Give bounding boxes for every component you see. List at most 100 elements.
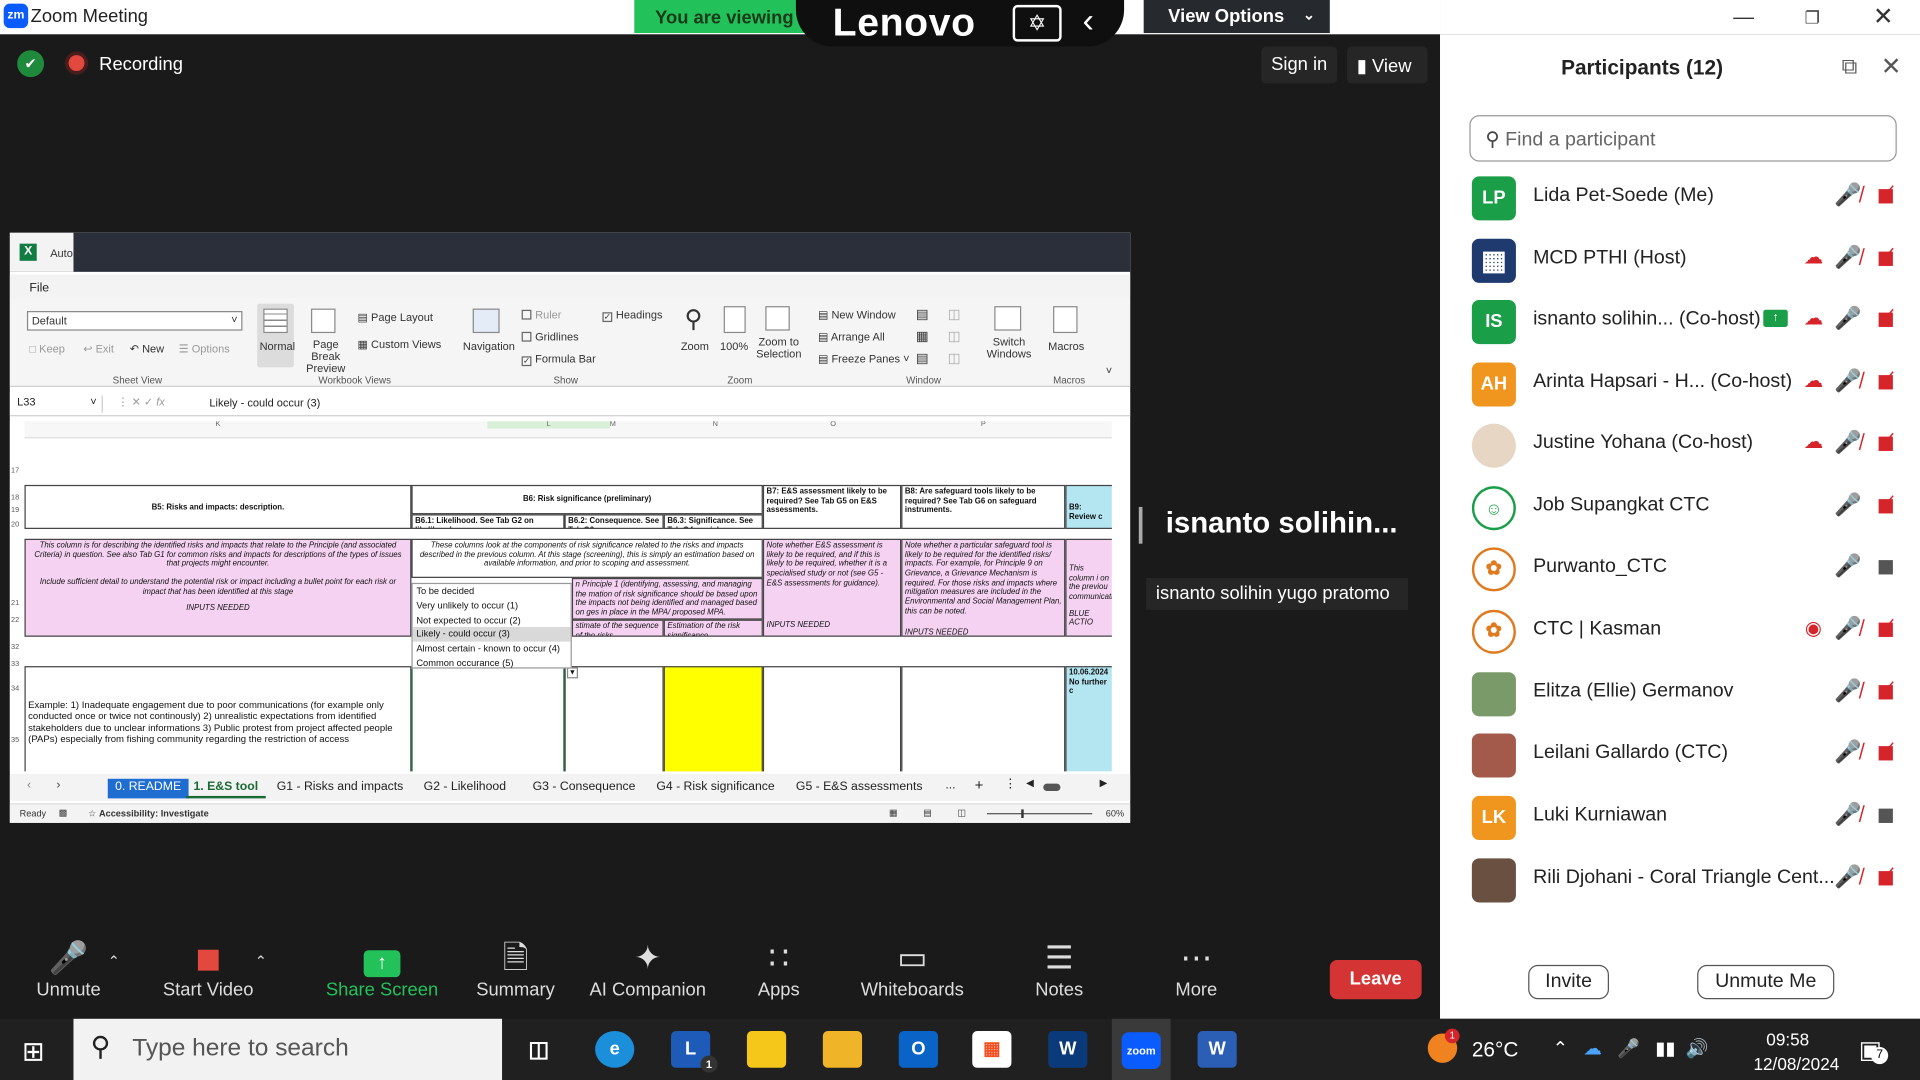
share-screen-button[interactable]: ↑ Share Screen: [326, 936, 439, 1000]
header-b8[interactable]: B8: Are safeguard tools likely to be req…: [901, 484, 1066, 529]
page-layout-button[interactable]: ▤ Page Layout: [358, 311, 433, 324]
whiteboards-button[interactable]: ▭ Whiteboards: [855, 936, 970, 1000]
video-off-icon[interactable]: ◼̸: [1871, 678, 1900, 704]
options-button[interactable]: ☰ Options: [179, 343, 230, 356]
ruler-checkbox[interactable]: Ruler: [521, 309, 561, 321]
desc-m2[interactable]: stimate of the sequence of the risks: [571, 619, 664, 637]
video-off-icon[interactable]: ◼̸: [1871, 182, 1900, 208]
sheet-tab[interactable]: G4 - Risk significance: [649, 779, 782, 799]
mic-muted-icon[interactable]: 🎤̸: [1834, 245, 1861, 271]
more-tabs-icon[interactable]: ...: [945, 779, 955, 792]
header-b62[interactable]: B6.2: Consequence. See Tab G3 on consequ…: [564, 514, 664, 529]
participant-row[interactable]: ✿ CTC | Kasman ◉ 🎤̸ ◼̸: [1440, 601, 1920, 662]
video-on-icon[interactable]: ◼: [1871, 802, 1900, 828]
custom-views-button[interactable]: ▦ Custom Views: [358, 338, 442, 351]
macro-record-icon[interactable]: ▩: [59, 807, 68, 818]
row-header[interactable]: 34: [11, 686, 19, 693]
security-shield-icon[interactable]: ✔: [17, 50, 45, 78]
video-off-icon[interactable]: ◼̸: [1871, 616, 1900, 642]
temperature[interactable]: 26°C: [1472, 1038, 1519, 1062]
header-b9[interactable]: B9: Review c: [1065, 484, 1112, 529]
cell-q33[interactable]: 10.06.2024 No further c: [1065, 666, 1112, 772]
file-explorer-icon[interactable]: [822, 1031, 863, 1068]
task-view-icon[interactable]: ◫: [519, 1031, 558, 1068]
side-by-side-icon[interactable]: ◫: [948, 306, 961, 322]
gridlines-checkbox[interactable]: Gridlines: [521, 331, 579, 343]
ribbon-collapse-icon[interactable]: ˅: [1106, 365, 1112, 377]
header-b7[interactable]: B7: E&S assessment likely to be required…: [762, 484, 902, 529]
row-header[interactable]: 18: [11, 495, 19, 502]
participant-row[interactable]: Rili Djohani - Coral Triangle Cent... 🎤̸…: [1440, 850, 1920, 911]
mic-muted-icon[interactable]: 🎤̸: [1834, 616, 1861, 642]
participant-row[interactable]: AH Arinta Hapsari - H... (Co-host) ☁ 🎤̸ …: [1440, 354, 1920, 415]
split-icon[interactable]: ▤: [916, 306, 929, 322]
dropdown-option[interactable]: Almost certain - known to occur (4): [413, 642, 571, 656]
desc-q[interactable]: This column i on the previou communicati…: [1065, 538, 1112, 637]
notifications-icon[interactable]: ▣ 7: [1859, 1035, 1889, 1066]
taskbar-search-input[interactable]: ⚲ Type here to search: [73, 1018, 503, 1080]
microphone-icon[interactable]: 🎤: [1617, 1038, 1640, 1059]
cell-p33[interactable]: [901, 666, 1066, 772]
add-sheet-icon[interactable]: +: [975, 776, 984, 793]
page-layout-icon[interactable]: ▤: [923, 807, 932, 818]
row-header[interactable]: 22: [11, 617, 19, 624]
horizontal-scrollbar[interactable]: ◀ ▶: [1026, 778, 1109, 793]
mic-muted-icon[interactable]: 🎤̸: [1834, 740, 1861, 766]
edge-icon[interactable]: e: [595, 1031, 635, 1068]
windows-start-icon[interactable]: ⊞: [22, 1036, 45, 1068]
file-menu[interactable]: File: [29, 282, 49, 295]
cell-o33[interactable]: [762, 666, 902, 772]
new-window-button[interactable]: ▤ New Window: [818, 309, 896, 322]
lync-icon[interactable]: L 1: [671, 1031, 718, 1073]
tray-chevron-up-icon[interactable]: ⌃: [1553, 1038, 1568, 1059]
video-on-icon[interactable]: ◼: [1871, 553, 1900, 579]
zoom-to-selection-button[interactable]: Zoom to Selection: [754, 304, 803, 368]
invite-button[interactable]: Invite: [1528, 964, 1609, 1000]
hide-icon[interactable]: ▦: [916, 328, 929, 344]
spreadsheet-grid[interactable]: K L M N O P 17 18 19 20 21 22 32 33 34 3…: [9, 421, 1112, 772]
example-cell[interactable]: Example: 1) Inadequate engagement due to…: [24, 666, 412, 772]
cell-m33[interactable]: [564, 666, 664, 772]
mic-muted-icon[interactable]: 🎤̸: [1834, 369, 1861, 395]
word-icon[interactable]: W: [1197, 1031, 1237, 1068]
column-header[interactable]: L: [487, 421, 610, 429]
freeze-panes-button[interactable]: ▤ Freeze Panes ˅: [818, 353, 910, 366]
arrange-all-button[interactable]: ▤ Arrange All: [818, 331, 885, 344]
exit-button[interactable]: ↩ Exit: [83, 343, 114, 356]
video-off-icon[interactable]: ◼̸: [1871, 740, 1900, 766]
unmute-button[interactable]: 🎤 Unmute: [32, 936, 105, 1000]
ai-companion-button[interactable]: ✦ AI Companion: [588, 936, 708, 1000]
mic-muted-icon[interactable]: 🎤̸: [1834, 182, 1861, 208]
unhide-icon[interactable]: ▤: [916, 350, 929, 366]
sheet-tab[interactable]: G1 - Risks and impacts: [269, 779, 410, 799]
page-break-icon[interactable]: ◫: [958, 807, 967, 818]
participant-row[interactable]: Justine Yohana (Co-host) ☁ 🎤̸ ◼̸: [1440, 415, 1920, 476]
cell-n33[interactable]: [663, 666, 763, 772]
formula-input[interactable]: Likely - could occur (3): [209, 397, 320, 409]
unmute-me-button[interactable]: Unmute Me: [1697, 964, 1835, 1000]
selected-cell-l33[interactable]: [411, 666, 565, 772]
view-button[interactable]: ▮ View: [1346, 46, 1428, 84]
restore-icon[interactable]: ❐: [1795, 2, 1829, 31]
participant-row[interactable]: Leilani Gallardo (CTC) 🎤̸ ◼̸: [1440, 725, 1920, 786]
mic-muted-icon[interactable]: 🎤̸: [1834, 802, 1861, 828]
zoom-button[interactable]: ⚲ Zoom: [681, 304, 713, 368]
apps-button[interactable]: ∷ Apps: [749, 936, 808, 1000]
mic-on-icon[interactable]: 🎤: [1834, 492, 1861, 518]
remote-control-icon[interactable]: ✡: [1012, 4, 1062, 42]
video-off-icon[interactable]: ◼̸: [1871, 245, 1900, 271]
speaker-icon[interactable]: 🔊: [1686, 1038, 1709, 1059]
audio-options-caret[interactable]: ⌃: [108, 953, 120, 970]
accessibility-status[interactable]: ☆ Accessibility: Investigate: [88, 808, 209, 819]
reset-position-icon[interactable]: ◫: [948, 350, 961, 366]
name-box[interactable]: L33 ˅: [15, 395, 103, 413]
participant-search-input[interactable]: ⚲ Find a participant: [1469, 115, 1897, 162]
zoom-slider[interactable]: [986, 809, 1093, 818]
navigation-button[interactable]: Navigation: [460, 304, 515, 368]
row-header[interactable]: 19: [11, 507, 19, 514]
summary-button[interactable]: 🗎 Summary: [473, 936, 559, 1000]
participant-row[interactable]: LP Lida Pet-Soede (Me) 🎤̸ ◼̸: [1440, 168, 1920, 229]
sheet-tab[interactable]: G3 - Consequence: [525, 779, 642, 799]
close-icon[interactable]: ✕: [1866, 2, 1900, 31]
column-header[interactable]: M: [610, 421, 616, 428]
